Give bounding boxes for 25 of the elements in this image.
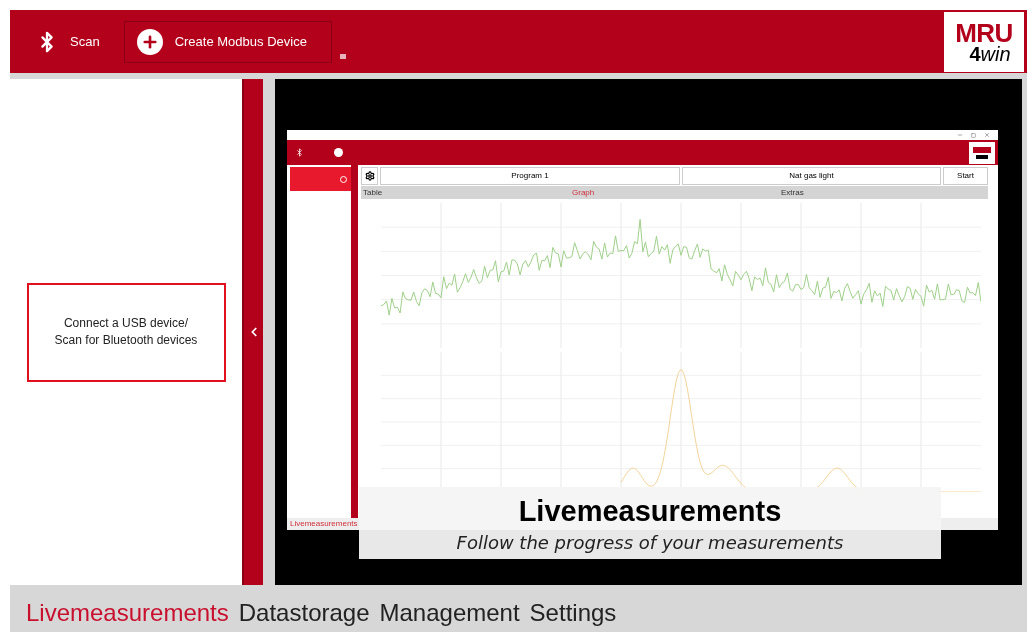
view-tab[interactable]: Graph <box>570 186 779 199</box>
view-tab[interactable]: Extras <box>779 186 988 199</box>
device-card[interactable] <box>290 167 352 191</box>
program-button[interactable]: Program 1 <box>380 167 680 185</box>
settings-icon[interactable] <box>361 167 378 185</box>
caption-subtitle: Follow the progress of your measurements <box>456 531 844 555</box>
inner-nav-item[interactable]: Livemeasurements <box>290 518 358 530</box>
nav-item[interactable]: Management <box>379 594 520 631</box>
bluetooth-icon <box>295 148 304 157</box>
nav-item[interactable]: Settings <box>529 594 617 631</box>
connect-message: Connect a USB device/ <box>63 315 189 332</box>
collapse-panel-button[interactable] <box>242 79 263 585</box>
create-modbus-device-button[interactable]: Create Modbus Device <box>123 20 332 63</box>
maximize-icon <box>971 132 976 138</box>
fuel-button[interactable]: Nat gas light <box>682 167 941 185</box>
close-icon <box>984 132 990 138</box>
connect-message: Scan for Bluetooth devices <box>54 332 198 349</box>
mru-4win-logo: MRU 4win <box>944 11 1024 72</box>
nav-item[interactable]: Datastorage <box>238 594 370 631</box>
start-button[interactable]: Start <box>943 167 988 185</box>
nav-item[interactable]: Livemeasurements <box>26 594 229 631</box>
view-tab[interactable]: Table <box>361 186 570 199</box>
scan-button[interactable]: Scan <box>36 20 112 63</box>
caption-title: Livemeasurements <box>518 495 782 527</box>
minimize-icon <box>957 132 963 138</box>
